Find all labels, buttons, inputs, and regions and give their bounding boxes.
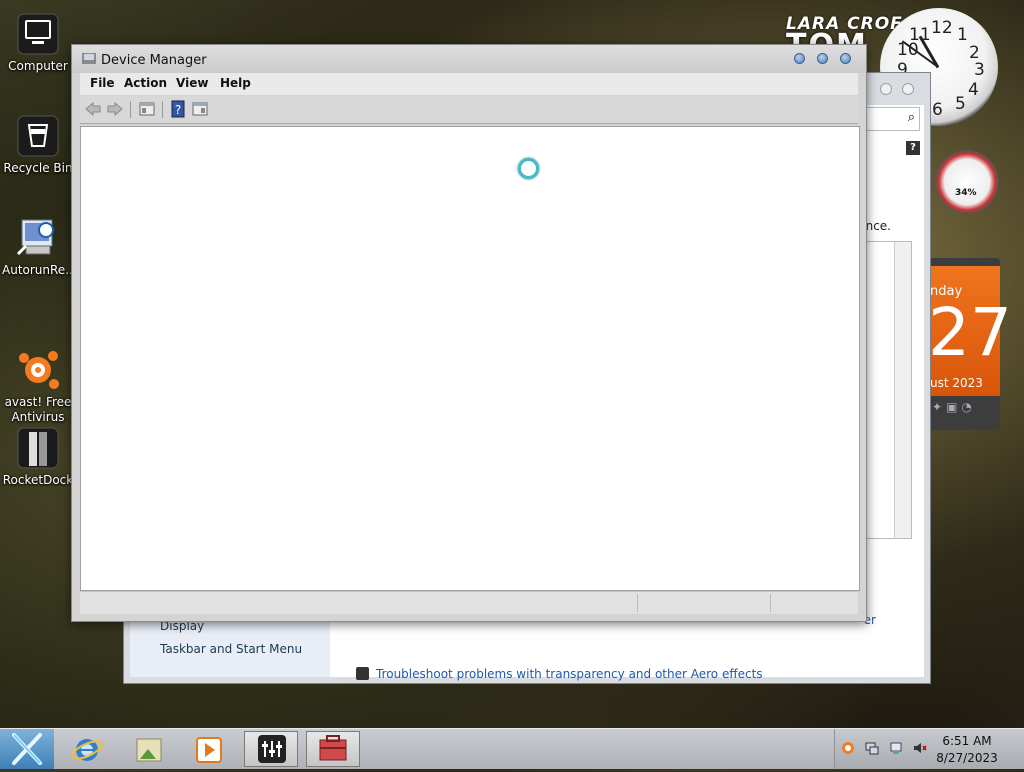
taskbar-app-file-explorer[interactable]	[122, 731, 176, 767]
cpu-meter-percent: 34%	[955, 188, 977, 198]
back-icon[interactable]	[84, 100, 102, 118]
cpu-meter-gadget[interactable]: 34%	[935, 150, 999, 214]
calendar-date: 27	[928, 294, 1012, 371]
desktop-icon-label: RocketDock	[2, 473, 74, 487]
rss-icon[interactable]: ◔	[961, 400, 975, 414]
svg-text:?: ?	[175, 103, 181, 117]
computer-icon	[16, 12, 60, 56]
desktop-icon-autorun[interactable]: AutorunRe...	[2, 216, 77, 278]
clock-number: 12	[931, 18, 953, 38]
toolbox-icon	[319, 735, 347, 761]
toolbar: ?	[80, 96, 858, 124]
desktop-icon-recycle-bin[interactable]: Recycle Bin	[2, 114, 74, 176]
autorun-icon	[16, 216, 60, 260]
taskbar-app-mixer[interactable]	[244, 731, 298, 767]
network-icon[interactable]	[865, 741, 879, 755]
avast-tray-icon[interactable]	[841, 741, 855, 755]
clock-number: 6	[932, 100, 943, 120]
device-manager-window[interactable]: Device Manager File Action View Help ?	[71, 44, 867, 622]
device-tree-pane[interactable]	[80, 126, 860, 591]
avast-icon	[16, 333, 60, 389]
menu-view[interactable]: View	[176, 76, 208, 90]
close-button[interactable]	[840, 53, 851, 64]
taskbar-app-toolbox[interactable]	[306, 731, 360, 767]
search-box[interactable]: ⌕	[858, 107, 920, 131]
status-bar	[80, 591, 858, 614]
desktop-icon-label: Recycle Bin	[3, 161, 73, 175]
maximize-button[interactable]	[817, 53, 828, 64]
title-bar[interactable]: Device Manager	[72, 45, 866, 73]
facebook-icon[interactable]: ▣	[946, 400, 961, 414]
recycle-bin-icon	[16, 114, 60, 158]
desktop-icon-avast[interactable]: avast! Free Antivirus	[2, 318, 74, 425]
help-icon[interactable]: ?	[906, 141, 920, 155]
mixer-icon	[258, 735, 286, 763]
status-divider	[770, 594, 771, 612]
toolbar-separator	[162, 101, 163, 118]
description-text: nce.	[865, 219, 891, 233]
status-divider	[637, 594, 638, 612]
device-manager-icon	[82, 53, 96, 64]
start-logo-icon	[12, 733, 42, 765]
taskbar-date[interactable]: 8/27/2023	[927, 751, 1007, 765]
desktop-icon-rocketdock[interactable]: RocketDock	[2, 426, 74, 488]
window-title: Device Manager	[101, 53, 207, 68]
desktop-icon-label: AutorunRe...	[2, 263, 77, 277]
taskbar-app-internet-explorer[interactable]	[60, 731, 114, 767]
desktop-icon-computer[interactable]: Computer	[2, 12, 74, 74]
clock-number: 5	[955, 94, 966, 114]
minimize-button[interactable]	[794, 53, 805, 64]
desktop-icon-label: avast! Free Antivirus	[4, 395, 72, 424]
calendar-face: nday 27 ust 2023	[928, 266, 1012, 396]
social-icons[interactable]: ✦▣◔	[932, 400, 976, 414]
media-player-icon	[196, 737, 222, 763]
properties-icon[interactable]	[191, 100, 209, 118]
desktop-icon-label: Computer	[8, 59, 68, 73]
search-icon[interactable]: ⌕	[908, 110, 915, 125]
vertical-scrollbar[interactable]	[894, 242, 911, 538]
menu-bar: File Action View Help	[80, 73, 858, 95]
system-tray: 6:51 AM 8/27/2023	[834, 729, 1024, 769]
show-hide-console-tree-icon[interactable]	[138, 100, 156, 118]
link-taskbar-start-menu[interactable]: Taskbar and Start Menu	[160, 642, 302, 656]
shield-icon	[356, 667, 369, 680]
forward-icon[interactable]	[106, 100, 124, 118]
calendar-month: ust 2023	[930, 376, 983, 390]
start-button[interactable]	[0, 729, 54, 769]
clock-number: 4	[968, 80, 979, 100]
rocketdock-icon	[16, 426, 60, 470]
volume-muted-icon[interactable]	[913, 741, 927, 755]
troubleshoot-aero-link[interactable]: Troubleshoot problems with transparency …	[376, 667, 763, 681]
menu-action[interactable]: Action	[124, 76, 167, 90]
loading-spinner-icon	[518, 158, 539, 179]
toolbar-separator	[130, 101, 131, 118]
menu-help[interactable]: Help	[220, 76, 251, 90]
taskbar-time[interactable]: 6:51 AM	[927, 734, 1007, 748]
maximize-button[interactable]	[902, 83, 914, 95]
clock-number: 3	[974, 60, 985, 80]
menu-file[interactable]: File	[90, 76, 115, 90]
taskbar: 6:51 AM 8/27/2023	[0, 728, 1024, 769]
twitter-icon[interactable]: ✦	[932, 400, 946, 414]
help-icon[interactable]: ?	[169, 100, 187, 118]
clock-number: 1	[957, 25, 968, 45]
file-explorer-icon	[136, 738, 162, 762]
internet-explorer-icon	[71, 739, 103, 761]
taskbar-app-media-player[interactable]	[182, 731, 236, 767]
device-tray-icon[interactable]	[889, 741, 903, 755]
calendar-gadget[interactable]: nday 27 ust 2023 ✦▣◔	[928, 258, 1012, 430]
minimize-button[interactable]	[880, 83, 892, 95]
